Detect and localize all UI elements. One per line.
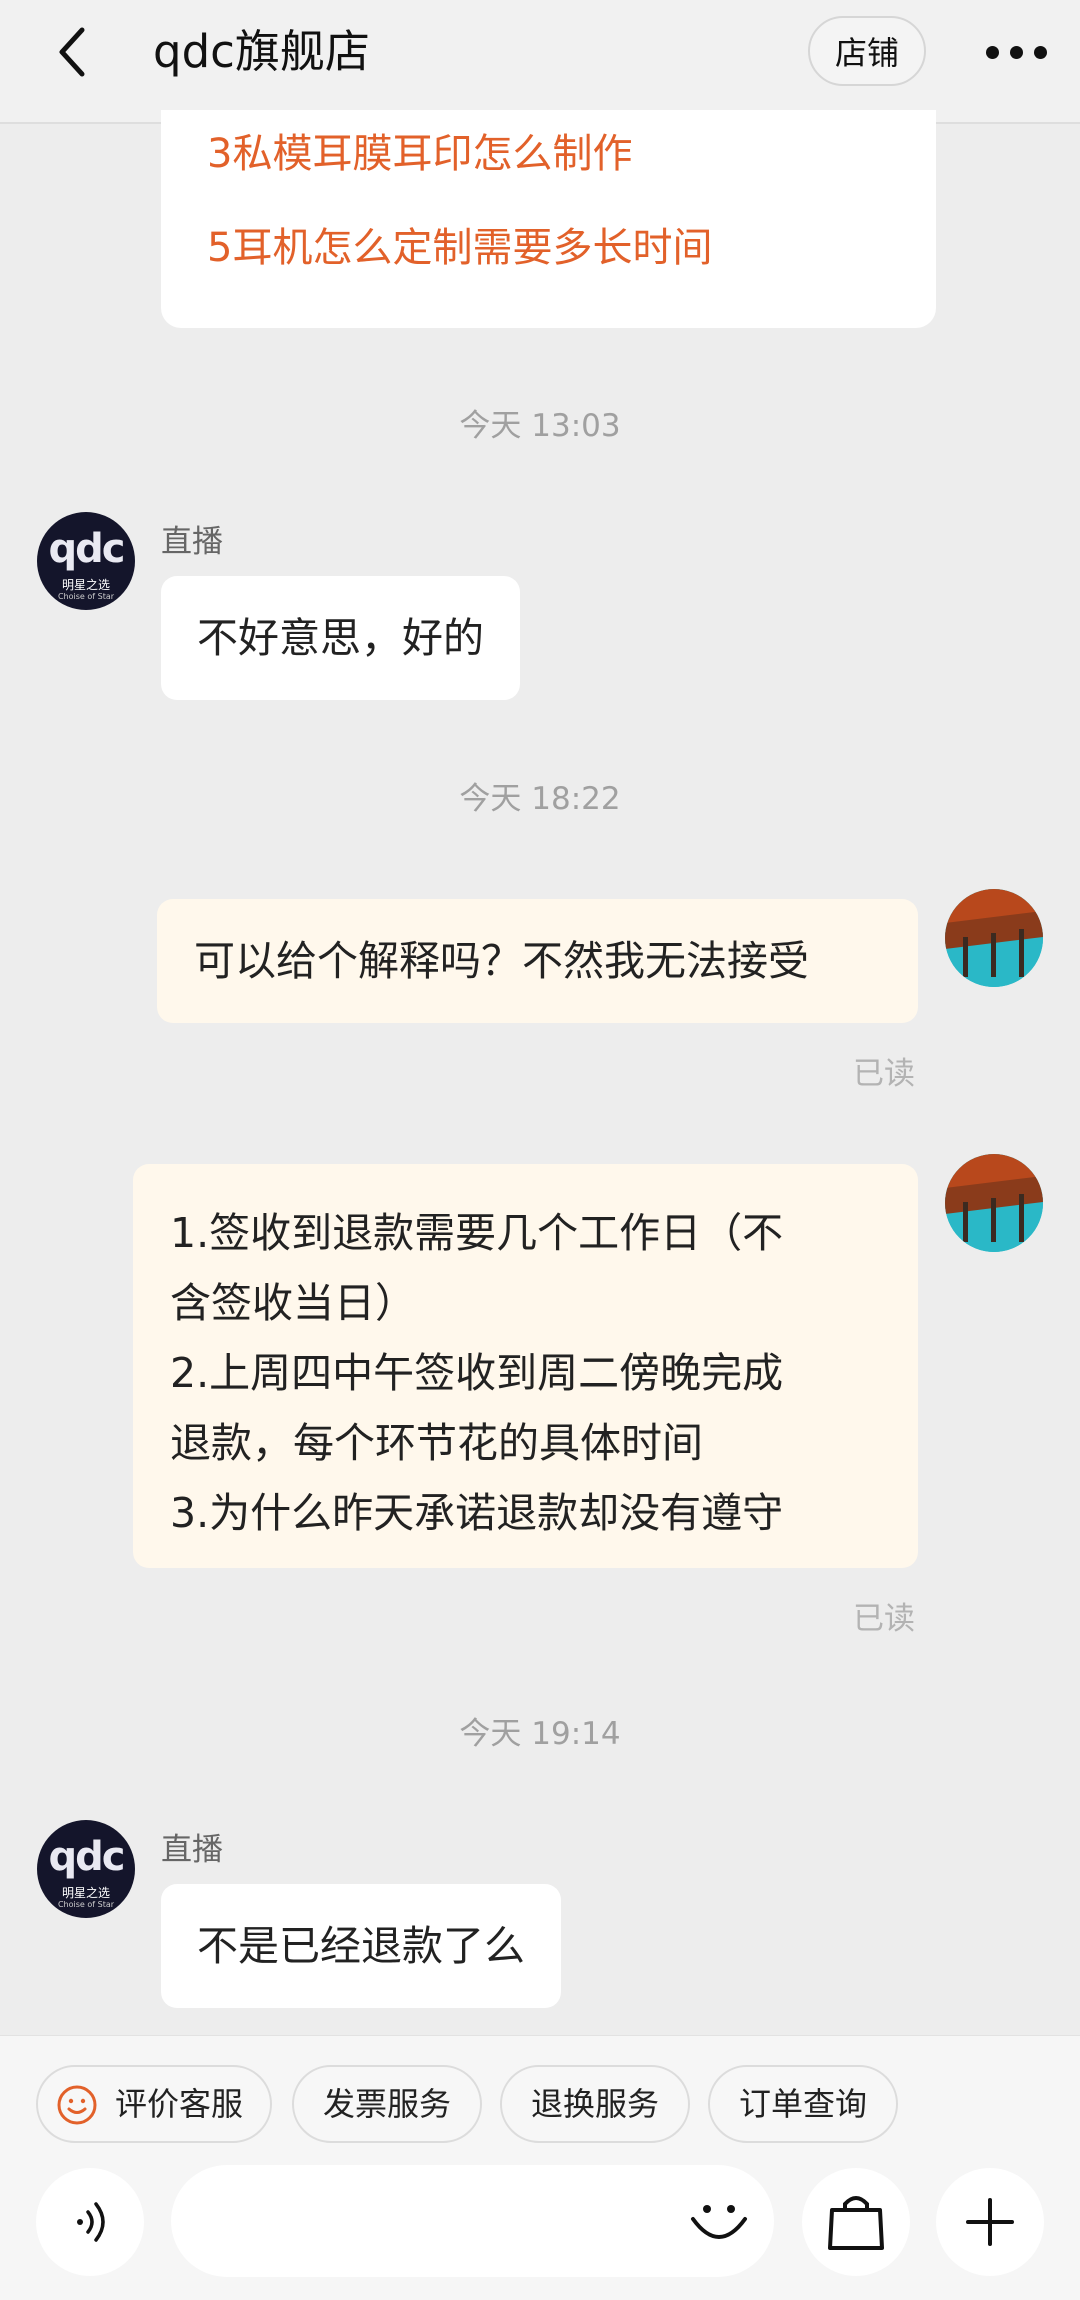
sender-name: 直播 bbox=[161, 1832, 223, 1868]
invoice-service-chip[interactable]: 发票服务 bbox=[292, 2065, 482, 2143]
rate-service-chip[interactable]: 评价客服 bbox=[36, 2065, 272, 2143]
outgoing-message[interactable]: 1.签收到退款需要几个工作日（不 含签收当日） 2.上周四中午签收到周二傍晚完成… bbox=[133, 1164, 918, 1568]
message-line: 1.签收到退款需要几个工作日（不 bbox=[170, 1209, 784, 1257]
message-line: 3.为什么昨天承诺退款却没有遵守 bbox=[170, 1489, 784, 1537]
plus-icon bbox=[966, 2198, 1014, 2246]
bag-icon bbox=[828, 2196, 884, 2250]
incoming-message[interactable]: 不是已经退款了么 bbox=[161, 1884, 561, 2008]
avatar-brand: 明星之选 bbox=[61, 1886, 110, 1900]
message-line: 2.上周四中午签收到周二傍晚完成 bbox=[170, 1349, 784, 1397]
chip-label: 评价客服 bbox=[114, 2085, 243, 2123]
avatar-brand-sub: Choise of Star bbox=[57, 1900, 115, 1909]
emoji-icon[interactable] bbox=[683, 2185, 755, 2257]
more-actions-button[interactable] bbox=[936, 2168, 1044, 2276]
avatar-brand-sub: Choise of Star bbox=[57, 592, 115, 601]
shop-avatar[interactable]: qdc 明星之选 Choise of Star bbox=[37, 512, 135, 610]
timestamp: 今天 13:03 bbox=[459, 408, 621, 444]
avatar-logo: qdc bbox=[48, 526, 126, 572]
shop-avatar[interactable]: qdc 明星之选 Choise of Star bbox=[37, 1820, 135, 1918]
faq-item[interactable]: 5耳机怎么定制需要多长时间 bbox=[207, 220, 712, 276]
read-receipt: 已读 bbox=[853, 1056, 915, 1092]
message-line: 退款，每个环节花的具体时间 bbox=[170, 1419, 703, 1467]
faq-item[interactable]: 3私模耳膜耳印怎么制作 bbox=[207, 126, 632, 182]
more-dots-icon[interactable] bbox=[982, 32, 1052, 72]
shop-button[interactable]: 店铺 bbox=[808, 16, 926, 86]
timestamp: 今天 19:14 bbox=[459, 1716, 621, 1752]
user-avatar[interactable] bbox=[945, 1154, 1043, 1252]
avatar-logo: qdc bbox=[48, 1834, 126, 1880]
sender-name: 直播 bbox=[161, 524, 223, 560]
user-avatar[interactable] bbox=[945, 889, 1043, 987]
chat-header: qdc旗舰店 店铺 bbox=[0, 0, 1080, 124]
shopping-bag-button[interactable] bbox=[802, 2168, 910, 2276]
order-query-chip[interactable]: 订单查询 bbox=[708, 2065, 898, 2143]
back-arrow-icon[interactable] bbox=[48, 22, 108, 82]
read-receipt: 已读 bbox=[853, 1601, 915, 1637]
page-title: qdc旗舰店 bbox=[153, 25, 370, 78]
return-service-chip[interactable]: 退换服务 bbox=[500, 2065, 690, 2143]
timestamp: 今天 18:22 bbox=[459, 781, 621, 817]
smile-icon bbox=[57, 2085, 97, 2125]
message-input[interactable] bbox=[171, 2165, 774, 2277]
voice-icon bbox=[77, 2202, 105, 2242]
outgoing-message[interactable]: 可以给个解释吗？不然我无法接受 bbox=[157, 899, 918, 1023]
avatar-brand: 明星之选 bbox=[61, 578, 110, 592]
incoming-message[interactable]: 不好意思，好的 bbox=[161, 576, 520, 700]
message-line: 含签收当日） bbox=[170, 1279, 416, 1327]
voice-button[interactable] bbox=[36, 2168, 144, 2276]
